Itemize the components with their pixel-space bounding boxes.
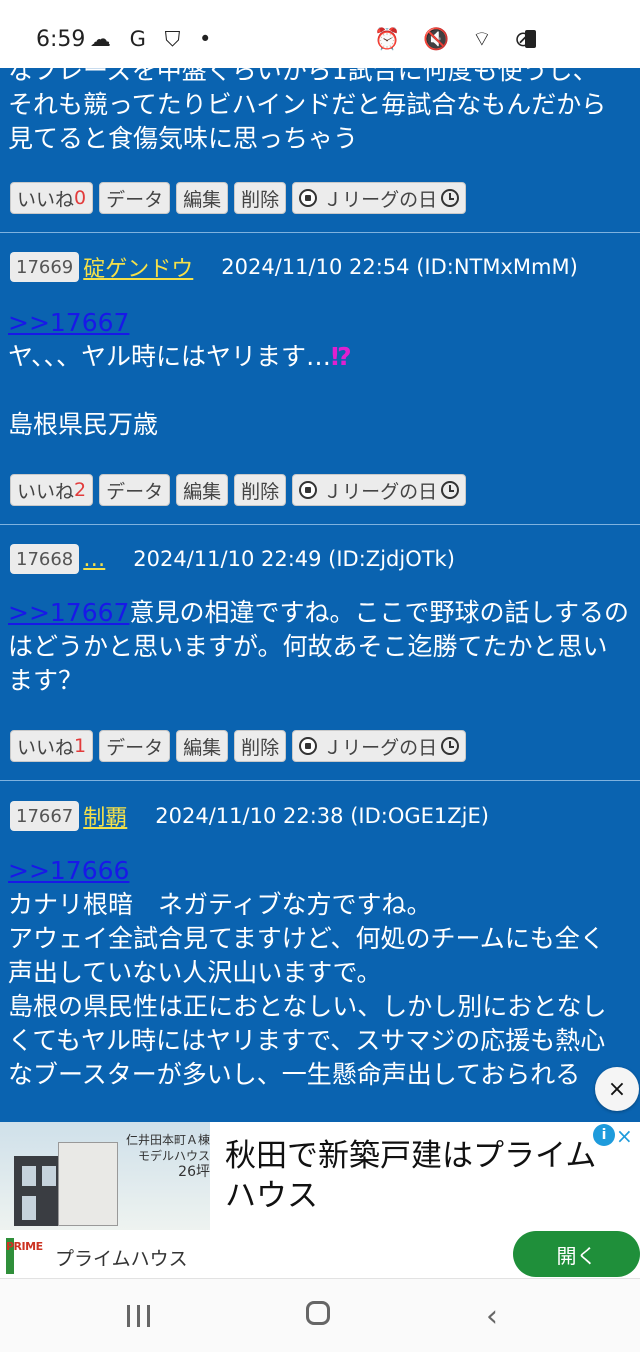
- post-header-17669: 17669 碇ゲンドウ 2024/11/10 22:54 (ID:NTMxMmM…: [10, 250, 578, 284]
- like-button[interactable]: いいね 2: [10, 474, 94, 506]
- post-number-badge[interactable]: 17668: [10, 544, 80, 574]
- post-text-line: ヤ、、、ヤル時にはヤリます…: [8, 342, 332, 371]
- house-illustration-annex: [58, 1142, 118, 1226]
- delete-button[interactable]: 削除: [234, 182, 287, 214]
- like-label: いいね: [17, 480, 75, 503]
- post-text-line: それも競ってたりビハインドだと毎試合なもんだから: [8, 90, 607, 119]
- soccer-ball-icon: [299, 189, 318, 207]
- recents-icon[interactable]: [127, 1305, 151, 1327]
- post-divider: [0, 780, 640, 781]
- back-icon[interactable]: ‹: [486, 1299, 498, 1334]
- ad-image-caption: 仁井田本町Ａ棟 モデルハウス 26坪: [120, 1132, 210, 1180]
- post-actions-prev: いいね 0 データ 編集 削除 Ｊリーグの日: [10, 182, 467, 216]
- clock-icon: [441, 481, 460, 499]
- status-time: 6:59: [36, 27, 86, 52]
- ad-brand-logo: PRIME: [6, 1238, 48, 1276]
- post-divider: [0, 524, 640, 525]
- reply-link[interactable]: >>17666: [8, 856, 129, 885]
- post-body-17668: >>17667意見の相違ですね。ここで野球の話しするの はどうかと思いますが。何…: [0, 596, 637, 698]
- post-text-line: アウェイ全試合見てますけど、何処のチームにも全く: [8, 924, 605, 953]
- jleague-label: Ｊリーグの日: [323, 188, 438, 211]
- post-author-link[interactable]: 制覇: [83, 800, 127, 832]
- edit-button[interactable]: 編集: [176, 730, 229, 762]
- ad-caption-line: モデルハウス: [137, 1149, 210, 1163]
- like-button[interactable]: いいね 1: [10, 730, 94, 762]
- jleague-label: Ｊリーグの日: [323, 736, 438, 759]
- post-header-17668: 17668 … 2024/11/10 22:49 (ID:ZjdjOTk): [10, 542, 455, 576]
- post-text-line: 見てると食傷気味に思っちゃう: [8, 124, 359, 153]
- post-text-line: なフレーズを中盤くらいから1試合に何度も使うし、: [8, 68, 598, 85]
- navigation-bar: ‹: [0, 1278, 640, 1352]
- ad-headline[interactable]: 秋田で新築戸建はプライムハウス: [225, 1136, 625, 1216]
- ad-caption-line: 仁井田本町Ａ棟: [125, 1133, 210, 1147]
- exclamation-question-icon: ⁉: [331, 342, 352, 371]
- post-body-17669: >>17667 ヤ、、、ヤル時にはヤリます…⁉ 島根県民万歳: [0, 306, 360, 442]
- ad-house-image[interactable]: 仁井田本町Ａ棟 モデルハウス 26坪: [0, 1122, 210, 1230]
- soccer-ball-icon: [299, 481, 318, 499]
- ad-close-icon[interactable]: ×: [616, 1124, 633, 1148]
- post-body-17667: >>17666 カナリ根暗 ネガティブな方ですね。 アウェイ全試合見てますけど、…: [0, 854, 615, 1092]
- jleague-day-button[interactable]: Ｊリーグの日: [292, 182, 467, 214]
- post-divider: [0, 232, 640, 233]
- post-text-line: はどうかと思いますが。何故あそこ迄勝てたかと思い: [8, 632, 608, 661]
- post-text-line: ます？: [8, 666, 84, 695]
- like-count: 1: [74, 735, 87, 757]
- post-author-link[interactable]: …: [83, 547, 105, 572]
- post-number-badge[interactable]: 17667: [10, 801, 80, 831]
- like-count: 2: [74, 479, 87, 501]
- post-meta: 2024/11/10 22:38 (ID:OGE1ZjE): [155, 804, 489, 828]
- post-number-badge[interactable]: 17669: [10, 252, 80, 282]
- ad-logo-text: PRIME: [6, 1240, 43, 1253]
- delete-button[interactable]: 削除: [234, 474, 287, 506]
- clock-icon: [441, 189, 460, 207]
- edit-button[interactable]: 編集: [176, 182, 229, 214]
- delete-button[interactable]: 削除: [234, 730, 287, 762]
- jleague-label: Ｊリーグの日: [323, 480, 438, 503]
- ad-open-button[interactable]: 開く: [513, 1231, 640, 1277]
- post-text-line: カナリ根暗 ネガティブな方ですね。: [8, 890, 432, 919]
- home-icon[interactable]: [306, 1301, 330, 1325]
- post-text-line: なブースターが多いし、一生懸命声出しておられる: [8, 1060, 581, 1089]
- post-meta: 2024/11/10 22:54 (ID:NTMxMmM): [221, 255, 578, 279]
- jleague-day-button[interactable]: Ｊリーグの日: [292, 730, 467, 762]
- post-text-line: 島根県民万歳: [8, 410, 159, 439]
- post-header-17667: 17667 制覇 2024/11/10 22:38 (ID:OGE1ZjE): [10, 799, 489, 833]
- thread-content[interactable]: なフレーズを中盤くらいから1試合に何度も使うし、 それも競ってたりビハインドだと…: [0, 68, 640, 1122]
- post-actions-17668: いいね 1 データ 編集 削除 Ｊリーグの日: [10, 730, 467, 764]
- like-label: いいね: [17, 188, 75, 211]
- jleague-day-button[interactable]: Ｊリーグの日: [292, 474, 467, 506]
- data-button[interactable]: データ: [99, 474, 171, 506]
- ad-banner[interactable]: 仁井田本町Ａ棟 モデルハウス 26坪 秋田で新築戸建はプライムハウス i × P…: [0, 1122, 640, 1278]
- post-text-line: 声出していない人沢山いますで。: [8, 958, 382, 987]
- battery-icon: [525, 30, 536, 48]
- ad-info-icon[interactable]: i: [593, 1124, 615, 1146]
- ad-caption-line: 26坪: [178, 1164, 210, 1180]
- post-text-line: 意見の相違ですね。ここで野球の話しするの: [129, 598, 629, 627]
- edit-button[interactable]: 編集: [176, 474, 229, 506]
- post-author-link[interactable]: 碇ゲンドウ: [83, 251, 193, 283]
- soccer-ball-icon: [299, 737, 318, 755]
- like-label: いいね: [17, 736, 75, 759]
- like-count: 0: [74, 187, 87, 209]
- post-meta: 2024/11/10 22:49 (ID:ZjdjOTk): [133, 547, 455, 571]
- post-actions-17669: いいね 2 データ 編集 削除 Ｊリーグの日: [10, 474, 467, 508]
- ad-brand-name: プライムハウス: [55, 1248, 188, 1270]
- status-bar: 6:59 ☁ G ⛉ • ⏰ 🔇 ⌔ ⊘: [0, 0, 640, 68]
- post-text-line: 島根の県民性は正におとなしい、しかし別におとなし: [8, 992, 607, 1021]
- data-button[interactable]: データ: [99, 182, 171, 214]
- post-text-line: くてもヤル時にはヤリますで、スサマジの応援も熱心: [8, 1026, 606, 1055]
- notification-icons: ☁ G ⛉ •: [90, 27, 218, 51]
- close-ad-button[interactable]: ×: [595, 1067, 639, 1111]
- post-body-prev: なフレーズを中盤くらいから1試合に何度も使うし、 それも競ってたりビハインドだと…: [0, 68, 614, 156]
- reply-link[interactable]: >>17667: [8, 598, 129, 627]
- reply-link[interactable]: >>17667: [8, 308, 129, 337]
- system-status-icons: ⏰ 🔇 ⌔ ⊘: [374, 27, 540, 51]
- data-button[interactable]: データ: [99, 730, 171, 762]
- like-button[interactable]: いいね 0: [10, 182, 94, 214]
- clock-icon: [441, 737, 460, 755]
